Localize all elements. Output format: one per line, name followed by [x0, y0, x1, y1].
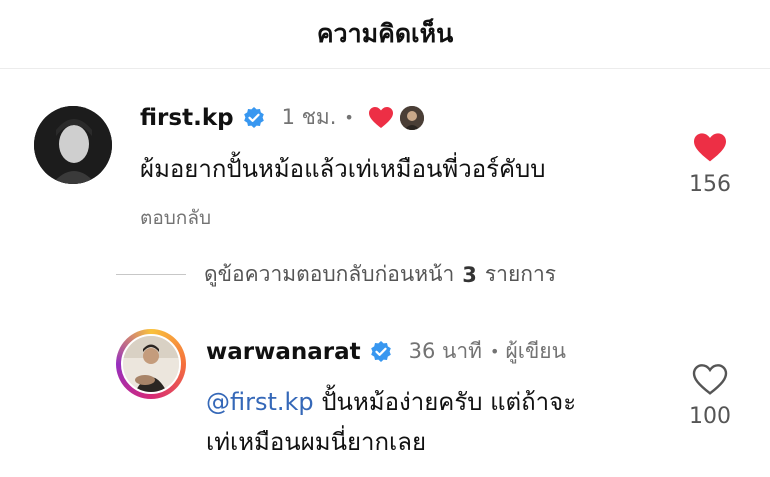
like-count: 100 — [689, 404, 731, 429]
avatar-photo — [34, 106, 112, 184]
comment-meta: warwanarat 36 นาที • ผู้เขียน — [206, 335, 566, 368]
separator-dot: • — [344, 108, 354, 127]
reply-button[interactable]: ตอบกลับ — [140, 203, 211, 233]
comment-text: ปั้นหม้อง่ายครับ แต่ถ้าจะ — [321, 388, 577, 416]
verified-badge-icon — [243, 106, 264, 128]
verified-badge-icon — [370, 340, 391, 362]
creator-liked-heart-icon — [368, 106, 393, 128]
view-previous-replies[interactable]: ดูข้อความตอบกลับก่อนหน้า 3 รายการ — [116, 258, 556, 291]
username[interactable]: first.kp — [140, 105, 234, 131]
comment-meta: first.kp 1 ชม. • — [140, 101, 424, 134]
comment-text-line-1: @first.kp ปั้นหม้อง่ายครับ แต่ถ้าจะ — [206, 383, 576, 421]
creator-avatar-mini-photo — [399, 105, 424, 130]
page-title: ความคิดเห็น — [316, 19, 454, 48]
avatar-photo — [123, 336, 179, 392]
mention-link[interactable]: @first.kp — [206, 388, 314, 416]
header: ความคิดเห็น — [0, 0, 770, 69]
separator-dot: • — [490, 342, 500, 361]
like-count: 156 — [689, 172, 731, 197]
avatar[interactable] — [34, 106, 112, 184]
like-column: 156 — [680, 132, 740, 197]
avatar[interactable] — [121, 334, 181, 394]
username[interactable]: warwanarat — [206, 339, 361, 365]
view-replies-suffix: รายการ — [484, 262, 557, 286]
like-heart-icon[interactable] — [692, 132, 728, 164]
like-heart-outline-icon[interactable] — [692, 364, 728, 396]
comment-time: 1 ชม. — [281, 105, 337, 129]
view-replies-label: ดูข้อความตอบกลับก่อนหน้า — [204, 262, 455, 286]
like-column: 100 — [680, 364, 740, 429]
divider-line — [116, 274, 186, 275]
author-tag: ผู้เขียน — [505, 339, 566, 363]
comment-text: ผ้มอยากปั้นหม้อแล้วเท่เหมือนพี่วอร์คับบ — [140, 155, 546, 183]
comment-time: 36 นาที — [408, 339, 483, 363]
creator-avatar-mini — [399, 105, 424, 130]
view-replies-count: 3 — [462, 262, 477, 287]
comment-text-line-2: เท่เหมือนผมนี่ยากเลย — [206, 428, 427, 456]
